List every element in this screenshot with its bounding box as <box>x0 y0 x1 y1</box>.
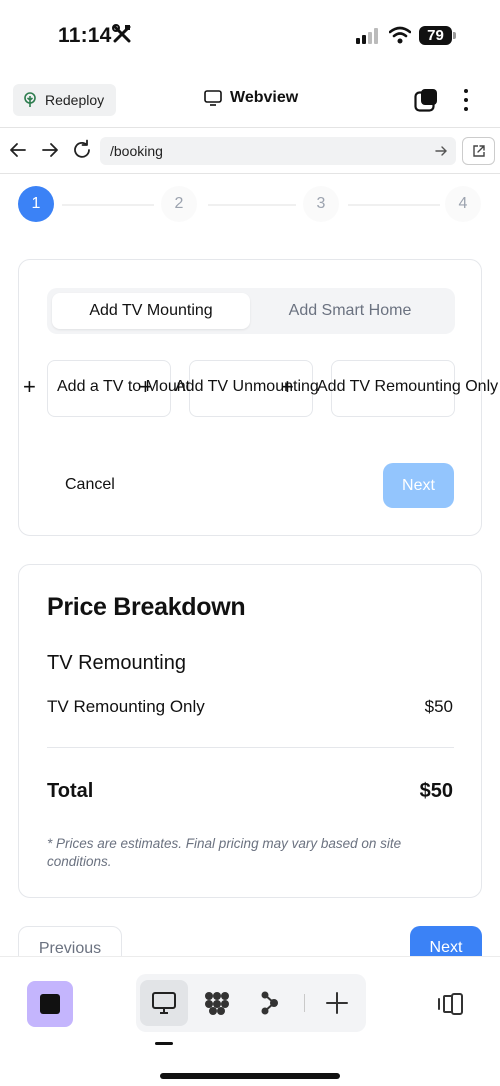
cellular-signal-icon <box>356 28 378 44</box>
home-indicator <box>160 1073 340 1079</box>
price-section-heading: TV Remounting <box>47 652 186 674</box>
external-link-icon <box>473 145 485 157</box>
plus-icon[interactable] <box>324 991 350 1015</box>
redeploy-label: Redeploy <box>45 92 105 108</box>
step-3[interactable]: 3 <box>303 186 339 222</box>
tabs-icon[interactable] <box>414 88 438 112</box>
service-selection-card: Add TV Mounting Add Smart Home + Add a T… <box>18 259 498 536</box>
app-title: Webview <box>204 89 298 107</box>
option-label: Add a TV to Mount <box>57 378 191 395</box>
desktop-view-icon[interactable] <box>151 991 177 1015</box>
app-title-label: Webview <box>230 89 299 106</box>
tab-smart-home[interactable]: Add Smart Home <box>250 293 450 329</box>
status-time: 11:14 <box>58 24 112 47</box>
back-arrow-icon[interactable] <box>7 139 29 161</box>
forward-arrow-icon[interactable] <box>39 139 61 161</box>
battery-indicator: 79 <box>419 26 452 45</box>
line-item-price: $50 <box>424 697 453 716</box>
line-item-label: TV Remounting Only <box>47 697 205 716</box>
url-input[interactable]: /booking <box>100 137 456 165</box>
price-breakdown-card: Price Breakdown TV Remounting TV Remount… <box>18 564 482 898</box>
next-button-disabled[interactable]: Next <box>383 463 454 508</box>
tools-icon <box>112 24 132 50</box>
more-menu-icon[interactable] <box>456 86 476 114</box>
plus-icon: + <box>139 374 152 399</box>
option-label: Add TV Remounting Only <box>317 378 499 395</box>
step-connector <box>208 204 296 206</box>
option-label: Add TV Unmounting <box>175 378 319 395</box>
redeploy-button[interactable]: Redeploy <box>13 84 117 116</box>
booking-stepper: 1 2 3 4 <box>0 186 500 226</box>
open-external-button[interactable] <box>462 137 495 165</box>
wifi-icon <box>389 26 411 44</box>
step-2[interactable]: 2 <box>161 186 197 222</box>
toolbar-separator <box>304 994 305 1012</box>
total-label: Total <box>47 780 94 802</box>
flow-graph-icon[interactable] <box>258 991 284 1015</box>
divider <box>47 747 454 748</box>
price-disclaimer: * Prices are estimates. Final pricing ma… <box>47 836 402 869</box>
step-4[interactable]: 4 <box>445 186 481 222</box>
tree-icon <box>24 92 36 107</box>
plus-icon: + <box>23 374 36 399</box>
cancel-button[interactable]: Cancel <box>65 476 115 494</box>
stop-button[interactable] <box>27 981 73 1027</box>
tab-tv-mounting[interactable]: Add TV Mounting <box>52 293 250 329</box>
battery-tip <box>453 32 456 39</box>
active-view-indicator <box>155 1042 173 1045</box>
go-arrow-icon[interactable] <box>434 144 448 158</box>
price-breakdown-title: Price Breakdown <box>47 593 246 621</box>
app-header: Redeploy Webview <box>0 72 500 128</box>
components-icon[interactable] <box>204 991 230 1015</box>
reload-icon[interactable] <box>71 139 93 161</box>
total-value: $50 <box>419 780 453 802</box>
side-panel-icon[interactable] <box>437 993 465 1015</box>
service-tabs: Add TV Mounting Add Smart Home <box>47 288 455 334</box>
monitor-icon <box>204 90 222 106</box>
url-text: /booking <box>110 143 163 159</box>
plus-icon: + <box>281 374 294 399</box>
step-connector <box>348 204 440 206</box>
step-1[interactable]: 1 <box>18 186 54 222</box>
status-bar: 11:14 79 <box>0 0 500 72</box>
bottom-toolbar <box>0 956 500 1086</box>
url-bar: /booking <box>0 129 500 174</box>
step-connector <box>62 204 154 206</box>
view-switcher <box>136 974 366 1032</box>
stop-icon <box>40 994 60 1014</box>
